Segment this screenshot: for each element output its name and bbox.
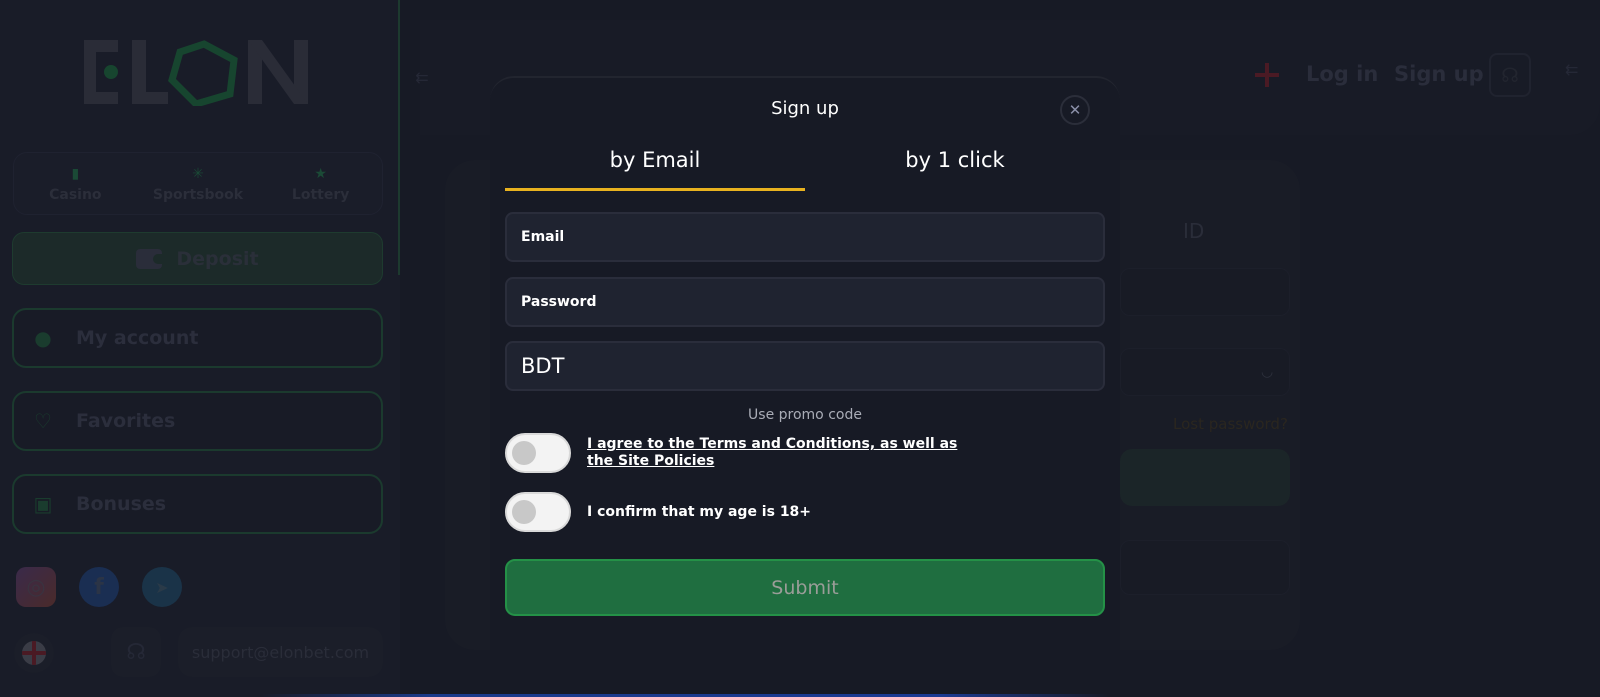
- age-label: I confirm that my age is 18+: [587, 503, 812, 520]
- sidebar-item-bonuses[interactable]: ▣ Bonuses: [12, 474, 383, 534]
- sidebar: ▮ Casino ✳ Sportsbook ★ Lottery Deposit …: [0, 0, 400, 697]
- sidebar-item-my-account[interactable]: ● My account: [12, 308, 383, 368]
- sidebar-item-label: My account: [76, 327, 199, 349]
- headset-icon: ☊: [126, 639, 146, 665]
- nav-item-sportsbook[interactable]: ✳ Sportsbook: [143, 165, 253, 203]
- facebook-icon[interactable]: f: [79, 567, 119, 607]
- signup-link[interactable]: Sign up: [1394, 62, 1484, 86]
- menu-icon[interactable]: ⇇: [1565, 60, 1578, 79]
- close-icon: ✕: [1068, 101, 1082, 119]
- terms-toggle[interactable]: [505, 433, 571, 473]
- email-field-wrapper: [505, 212, 1105, 262]
- sidebar-item-label: Bonuses: [76, 493, 167, 515]
- tab-by-email[interactable]: by Email: [505, 148, 805, 191]
- nav-item-lottery[interactable]: ★ Lottery: [266, 165, 376, 203]
- gift-icon: ▣: [33, 492, 53, 516]
- background-login-button: [1120, 449, 1290, 506]
- close-button[interactable]: ✕: [1060, 95, 1090, 125]
- background-field: [1120, 540, 1290, 595]
- support-chat-button[interactable]: ☊: [111, 627, 161, 677]
- nav-item-casino[interactable]: ▮ Casino: [20, 165, 130, 203]
- elon-logo[interactable]: [84, 40, 310, 106]
- background-field: [1120, 268, 1290, 316]
- currency-select[interactable]: BDT: [505, 341, 1105, 391]
- age-row: I confirm that my age is 18+: [505, 492, 811, 532]
- terms-row: I agree to the Terms and Conditions, as …: [505, 433, 987, 473]
- lost-password-link: Lost password?: [1173, 415, 1288, 433]
- sidebar-item-favorites[interactable]: ♡ Favorites: [12, 391, 383, 451]
- user-icon: ●: [34, 326, 52, 350]
- lottery-ticket-icon: ★: [314, 165, 327, 182]
- england-flag-icon: [22, 641, 46, 665]
- background-id-label: ID: [1183, 219, 1205, 243]
- headset-icon[interactable]: ☊: [1489, 53, 1531, 97]
- wallet-icon: [136, 248, 164, 269]
- nav-label: Lottery: [291, 186, 350, 203]
- signup-modal: Sign up ✕ by Email by 1 click BDT Use pr…: [490, 76, 1120, 656]
- modal-title: Sign up: [771, 98, 839, 119]
- nav-label: Casino: [49, 186, 102, 203]
- email-input[interactable]: [521, 229, 1103, 245]
- login-link[interactable]: Log in: [1306, 62, 1378, 86]
- social-links: ◎ f ➤: [16, 567, 182, 607]
- telegram-icon[interactable]: ➤: [142, 567, 182, 607]
- product-nav: ▮ Casino ✳ Sportsbook ★ Lottery: [13, 152, 383, 215]
- heart-icon: ♡: [34, 409, 52, 433]
- password-field-wrapper: [505, 277, 1105, 327]
- nav-label: Sportsbook: [152, 186, 244, 203]
- eye-closed-icon: ◡: [1261, 364, 1274, 380]
- tab-by-1-click[interactable]: by 1 click: [805, 148, 1105, 180]
- basketball-icon: ✳: [192, 165, 204, 182]
- instagram-icon[interactable]: ◎: [16, 567, 56, 607]
- collapse-sidebar-icon[interactable]: ⇇: [405, 60, 439, 94]
- age-toggle[interactable]: [505, 492, 571, 532]
- support-email-link[interactable]: support@elonbet.com: [178, 627, 383, 677]
- promo-code-link[interactable]: Use promo code: [490, 407, 1120, 423]
- signup-method-tabs: by Email by 1 click: [505, 148, 1105, 191]
- sidebar-item-label: Favorites: [76, 410, 176, 432]
- password-input[interactable]: [521, 294, 1103, 310]
- sidebar-divider: [398, 0, 400, 275]
- deposit-button[interactable]: Deposit: [12, 232, 383, 285]
- casino-card-icon: ▮: [71, 165, 80, 182]
- language-selector[interactable]: [14, 633, 54, 673]
- submit-button[interactable]: Submit: [505, 559, 1105, 616]
- deposit-label: Deposit: [176, 247, 259, 270]
- currency-value: BDT: [521, 354, 565, 378]
- terms-link[interactable]: I agree to the Terms and Conditions, as …: [587, 436, 987, 470]
